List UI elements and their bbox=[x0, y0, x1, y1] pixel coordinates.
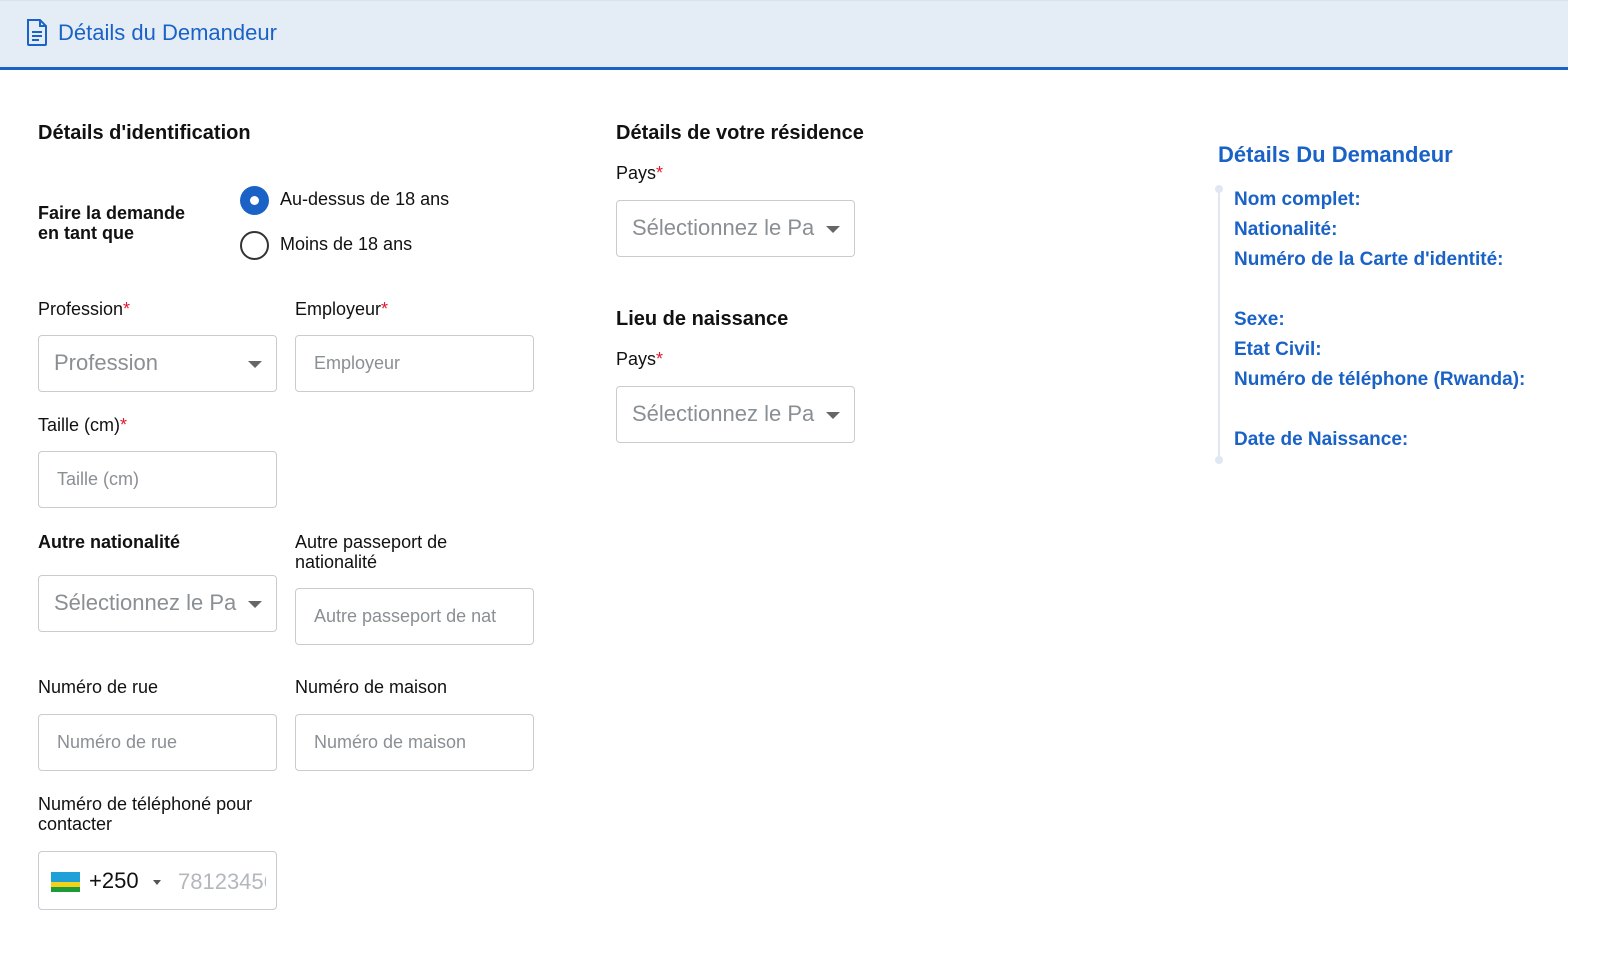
summary-full-name: Nom complet: bbox=[1234, 189, 1361, 210]
profession-label: Profession* bbox=[38, 299, 131, 319]
profession-select[interactable]: Profession bbox=[38, 335, 277, 392]
summary-id-card: Numéro de la Carte d'identité: bbox=[1234, 249, 1504, 270]
other-passport-input[interactable]: Autre passeport de nat bbox=[295, 588, 534, 645]
other-nationality-placeholder: Sélectionnez le Pa bbox=[54, 590, 237, 615]
rwanda-flag-icon[interactable] bbox=[51, 872, 80, 892]
employer-input[interactable]: Employeur bbox=[295, 335, 534, 392]
radio-adult-control[interactable] bbox=[240, 186, 269, 215]
chevron-down-icon bbox=[248, 361, 262, 368]
house-number-input[interactable]: Numéro de maison bbox=[295, 714, 534, 771]
chevron-down-icon bbox=[248, 601, 262, 608]
house-number-placeholder: Numéro de maison bbox=[314, 732, 467, 752]
timeline-dot bbox=[1215, 185, 1223, 193]
chevron-down-icon bbox=[826, 226, 840, 233]
summary-phone: Numéro de téléphone (Rwanda): bbox=[1234, 369, 1526, 390]
residence-title: Détails de votre résidence bbox=[616, 122, 864, 144]
summary-title: Détails Du Demandeur bbox=[1218, 142, 1453, 167]
contact-phone-label: Numéro de téléphoné pour contacter bbox=[38, 794, 253, 834]
radio-minor-control[interactable] bbox=[240, 231, 269, 260]
summary-sex: Sexe: bbox=[1234, 309, 1285, 330]
employer-placeholder: Employeur bbox=[314, 353, 401, 373]
other-nationality-select[interactable]: Sélectionnez le Pa bbox=[38, 575, 277, 632]
timeline-line bbox=[1218, 189, 1220, 461]
summary-civil-status: Etat Civil: bbox=[1234, 339, 1322, 360]
timeline-dot bbox=[1215, 456, 1223, 464]
header-title: Détails du Demandeur bbox=[58, 20, 277, 45]
height-label: Taille (cm)* bbox=[38, 415, 128, 435]
chevron-down-icon bbox=[826, 412, 840, 419]
other-passport-placeholder: Autre passeport de nat bbox=[314, 606, 497, 626]
street-number-input[interactable]: Numéro de rue bbox=[38, 714, 277, 771]
radio-adult-label: Au-dessus de 18 ans bbox=[280, 189, 450, 209]
birthplace-title: Lieu de naissance bbox=[616, 308, 789, 330]
residence-country-label: Pays* bbox=[616, 163, 664, 183]
profession-placeholder: Profession bbox=[54, 350, 158, 375]
residence-country-placeholder: Sélectionnez le Pa bbox=[632, 215, 815, 240]
birthplace-country-select[interactable]: Sélectionnez le Pa bbox=[616, 386, 855, 443]
summary-birth-date: Date de Naissance: bbox=[1234, 429, 1409, 450]
other-nationality-label: Autre nationalité bbox=[38, 532, 181, 552]
other-passport-label: Autre passeport de nationalité bbox=[295, 532, 448, 572]
employer-label: Employeur* bbox=[295, 299, 389, 319]
chevron-down-icon[interactable] bbox=[153, 880, 161, 885]
apply-as-label: Faire la demande en tant que bbox=[38, 203, 186, 243]
page-header: Détails du Demandeur bbox=[0, 0, 1568, 70]
height-input[interactable]: Taille (cm) bbox=[38, 451, 277, 508]
street-number-label: Numéro de rue bbox=[38, 677, 159, 697]
birthplace-country-label: Pays* bbox=[616, 349, 664, 369]
summary-nationality: Nationalité: bbox=[1234, 219, 1338, 240]
phone-placeholder: 781234567 bbox=[178, 869, 266, 894]
street-number-placeholder: Numéro de rue bbox=[57, 732, 178, 752]
residence-country-select[interactable]: Sélectionnez le Pa bbox=[616, 200, 855, 257]
house-number-label: Numéro de maison bbox=[295, 677, 448, 697]
identification-title: Détails d'identification bbox=[38, 122, 251, 144]
document-icon bbox=[27, 19, 47, 46]
contact-phone-input[interactable]: +250 781234567 bbox=[38, 851, 277, 910]
dial-code[interactable]: +250 bbox=[89, 868, 139, 894]
birthplace-country-placeholder: Sélectionnez le Pa bbox=[632, 401, 815, 426]
height-placeholder: Taille (cm) bbox=[57, 469, 140, 489]
radio-minor-label: Moins de 18 ans bbox=[280, 234, 413, 254]
